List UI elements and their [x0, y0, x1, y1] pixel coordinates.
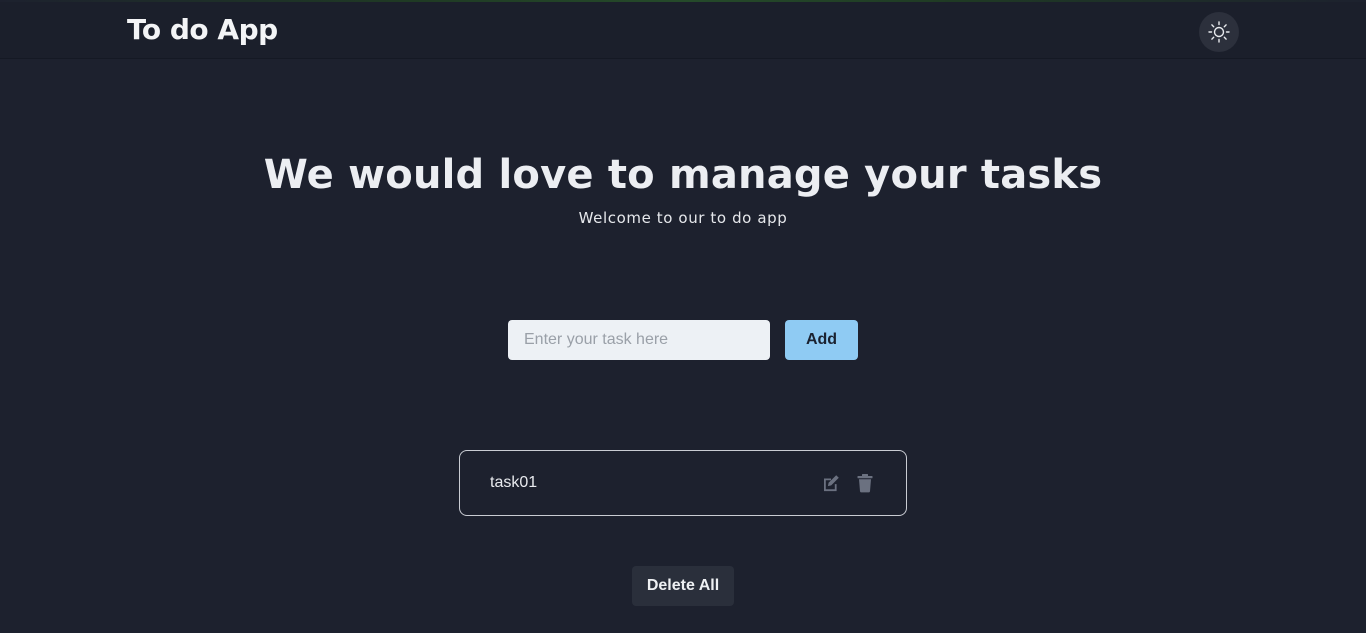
trash-icon	[857, 474, 873, 493]
add-task-button[interactable]: Add	[785, 320, 858, 360]
task-item: task01	[459, 450, 907, 516]
hero-subtitle: Welcome to our to do app	[578, 209, 788, 227]
edit-icon	[824, 475, 839, 492]
theme-toggle-button[interactable]	[1199, 12, 1239, 52]
hero-title: We would love to manage your tasks	[263, 152, 1103, 198]
delete-all-button[interactable]: Delete All	[632, 566, 734, 606]
task-text: task01	[490, 474, 538, 491]
sun-icon	[1208, 21, 1230, 43]
navbar: To do App	[0, 2, 1366, 59]
app-title[interactable]: To do App	[127, 13, 278, 46]
edit-task-button[interactable]	[820, 472, 842, 494]
task-input[interactable]	[508, 320, 770, 360]
delete-task-button[interactable]	[854, 472, 876, 494]
